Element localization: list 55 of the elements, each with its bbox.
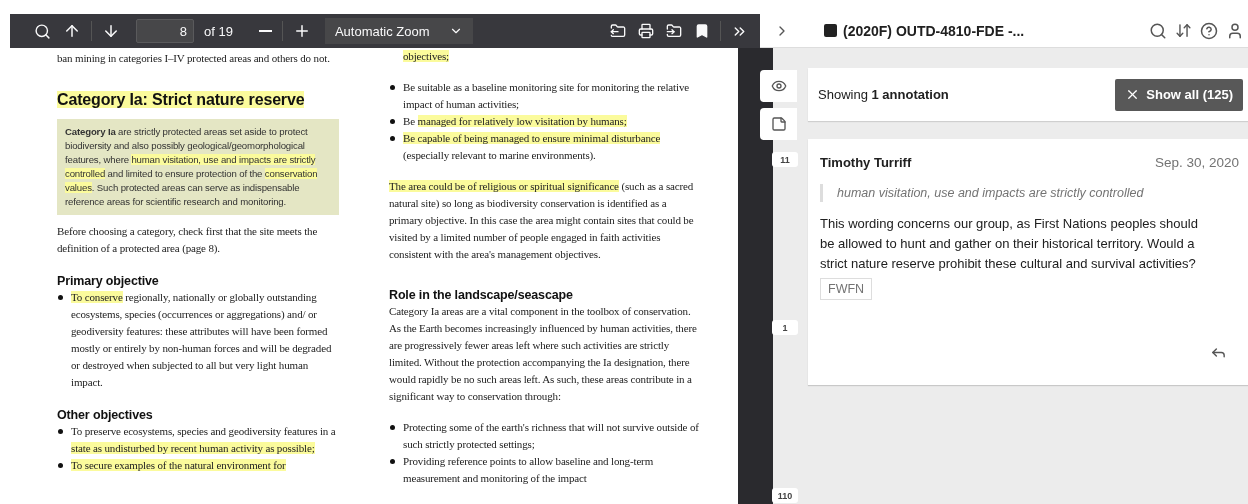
bullet-icon [58,295,63,300]
bullet-icon [390,459,395,464]
zoom-dropdown[interactable]: Automatic Zoom [324,18,473,44]
bullet-item: Be managed for relatively low visitation by humans; [403,113,701,130]
bullet-icon [58,463,63,468]
bullet-item: To preserve ecosystems, species and geodiversity features in a state as undisturbed by recent human activity as possible; [71,423,339,457]
page-count: of 19 [204,23,233,39]
annotation-count-marker[interactable]: 11 [772,152,798,167]
document-title: (2020F) OUTD-4810-FDE -... [843,22,1026,39]
bullet-item: To conserve regionally, nationally or globally outstanding ecosystems, species (occurrences or aggregations) and/ or geodiversity features: these attributes will have been formed mostly or entirely by non-human forces and will be degraded or destroyed when subjected to all but very light human impact. [71,289,339,391]
bookmark-icon [694,23,710,39]
section-heading: Role in the landscape/seascape [389,287,574,303]
body-paragraph: Category Ia areas are a vital component in the toolbox of conservation. As the Earth becomes increasingly influenced by human activities, there are progressively fewer areas left where such activities are strictly limited. Without the protection accompanying the Ia designation, there would rapidly be no such areas left. As such, these areas contribute in a significant way to conservation through: [389,304,698,404]
bullet-icon [58,429,63,434]
eye-icon [770,78,787,94]
section-title: Category Ia: Strict nature reserve [57,90,305,110]
body-paragraph: objectives; [403,49,451,64]
note-icon [770,116,787,132]
annotation-tag[interactable]: FWFN [820,278,873,300]
body-paragraph: The area could be of religious or spiritual significance (such as a sacred natural site) so long as biodiversity conservation is identified as a primary objective. In this case the area might contain sites that could be visited by a limited number of people engaged in faith activities consistent with the area's management objectives. [389,179,695,262]
annotation-date: Sep. 30, 2020 [1154,155,1239,170]
show-all-button[interactable]: Show all (125) [1115,78,1243,111]
page-number-field[interactable]: 8 [136,19,194,43]
bullet-item: Protecting some of the earth's richness that will not survive outside of such strictly protected settings; [403,419,701,453]
arrow-down-icon [102,22,120,40]
minus-icon [258,30,272,32]
visibility-toggle[interactable] [760,70,797,102]
folder-in-icon [666,23,682,39]
bullet-item: Providing reference points to allow baseline and long-term measurement and monitoring of the impact [403,453,701,487]
section-heading: Primary objective [57,273,160,289]
annotation-count-marker[interactable]: 1 [772,320,798,335]
callout-box: Category Ia are strictly protected areas set aside to protect biodiversity and also possibly geological/geomorphological features, where human visitation, use and impacts are strictly controlled and limited to ensure protection of the conservation values. Such protected areas can serve as indispensable reference areas for scientific research and monitoring. [57,119,339,215]
section-heading: Other objectives [57,407,154,423]
annotation-quote: human visitation, use and impacts are strictly controlled [820,184,1239,202]
annotation-count-marker[interactable]: 110 [772,488,798,503]
body-paragraph: ban mining in categories I–IV protected areas and others do not. [57,51,331,66]
bullet-icon [390,425,395,430]
body-paragraph: Before choosing a category, check first that the site meets the definition of a protected area (page 8). [57,224,319,256]
search-icon [34,22,51,40]
logo-icon [824,24,837,37]
bullet-icon [390,85,395,90]
annotation-author: Timothy Turriff [820,155,912,170]
search-icon [1149,21,1167,40]
bullet-item: Be suitable as a baseline monitoring site for monitoring the relative impact of human activities; [403,79,701,113]
annotation-body: This wording concerns our group, as First Nations peoples should be allowed to hunt and gather on their historical territory. Would a strict nature reserve prohibit these cultural and survival activities? [820,215,1199,273]
new-note-button[interactable] [760,108,797,140]
sort-arrows-icon [1175,22,1192,39]
user-icon [1226,21,1244,40]
bullet-icon [390,119,395,124]
bullet-item: Be capable of being managed to ensure minimal disturbance (especially relevant to marine environments). [403,130,701,164]
print-icon [638,23,654,39]
folder-out-icon [610,23,626,39]
help-icon [1200,21,1218,40]
filter-status-text: Showing 1 annotation [818,87,949,102]
bullet-icon [390,136,395,141]
